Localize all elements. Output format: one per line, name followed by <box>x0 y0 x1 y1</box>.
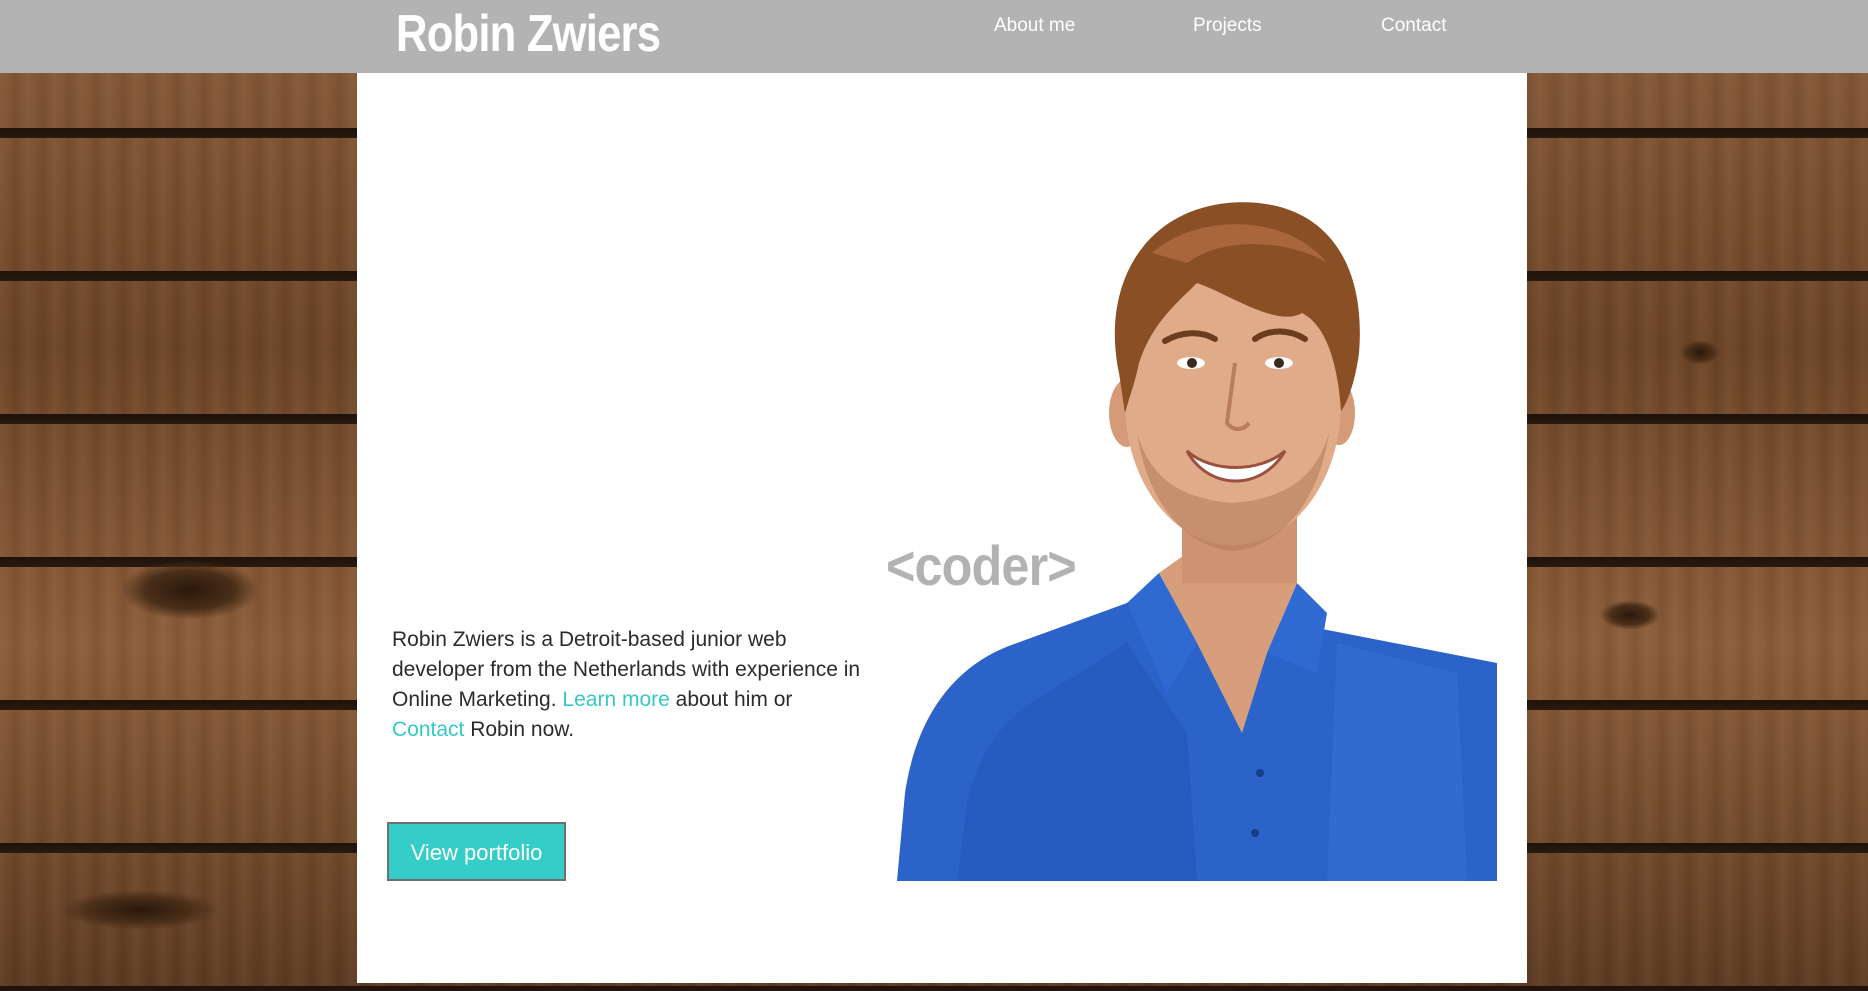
learn-more-link[interactable]: Learn more <box>562 688 669 711</box>
nav-link-projects[interactable]: Projects <box>1193 14 1262 38</box>
wood-knot-decoration <box>120 560 260 620</box>
site-logo-title[interactable]: Robin Zwiers <box>396 4 661 64</box>
hero-panel: <coder> Robin Zwiers is a Detroit-based … <box>357 73 1527 983</box>
wood-knot-decoration <box>60 890 220 930</box>
intro-paragraph: Robin Zwiers is a Detroit-based junior w… <box>392 625 862 745</box>
intro-text-3: Robin now. <box>464 718 575 741</box>
portrait-photo <box>897 173 1497 881</box>
site-header: Robin Zwiers About me Projects Contact <box>0 0 1868 73</box>
view-portfolio-button[interactable]: View portfolio <box>387 822 566 881</box>
intro-text-2: about him or <box>669 688 793 711</box>
wood-knot-decoration <box>1600 600 1660 630</box>
coder-tagline: <coder> <box>886 534 1077 597</box>
person-portrait-icon <box>897 202 1497 881</box>
nav-link-contact[interactable]: Contact <box>1381 14 1446 38</box>
wood-knot-decoration <box>1680 340 1720 365</box>
contact-link[interactable]: Contact <box>392 718 464 741</box>
nav-link-about-me[interactable]: About me <box>994 14 1075 38</box>
page-background: Robin Zwiers About me Projects Contact <… <box>0 0 1868 991</box>
